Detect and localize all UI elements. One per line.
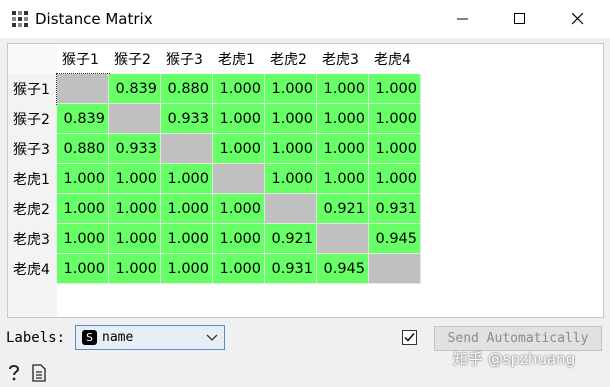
distance-cell[interactable]: 1.000 (265, 104, 317, 134)
distance-cell[interactable]: 1.000 (213, 104, 265, 134)
distance-cell[interactable]: 1.000 (213, 134, 265, 164)
diagonal-cell[interactable] (213, 164, 265, 194)
distance-cell[interactable]: 0.839 (57, 104, 109, 134)
column-header[interactable]: 老虎3 (322, 44, 359, 74)
maximize-icon (514, 13, 525, 24)
minimize-icon (457, 18, 468, 20)
distance-cell[interactable]: 1.000 (213, 194, 265, 224)
send-automatically-checkbox[interactable] (402, 330, 417, 345)
row-header[interactable]: 老虎1 (13, 164, 50, 194)
table-corner (8, 44, 57, 74)
distance-cell[interactable]: 1.000 (265, 74, 317, 104)
close-button[interactable] (555, 0, 601, 38)
diagonal-cell[interactable] (56, 73, 110, 105)
row-header[interactable]: 猴子1 (13, 74, 50, 104)
distance-cell[interactable]: 1.000 (57, 254, 109, 284)
distance-cell[interactable]: 1.000 (369, 164, 421, 194)
column-header[interactable]: 猴子1 (62, 44, 99, 74)
distance-cell[interactable]: 0.945 (369, 224, 421, 254)
report-icon[interactable] (31, 364, 47, 382)
distance-cell[interactable]: 0.880 (57, 134, 109, 164)
labels-combobox[interactable]: S name (75, 325, 225, 350)
distance-cell[interactable]: 1.000 (109, 194, 161, 224)
chevron-down-icon (206, 334, 218, 341)
distance-cell[interactable]: 1.000 (161, 254, 213, 284)
distance-cell[interactable]: 1.000 (161, 224, 213, 254)
distance-cell[interactable]: 1.000 (109, 254, 161, 284)
distance-cell[interactable]: 0.880 (161, 74, 213, 104)
row-header[interactable]: 猴子2 (13, 104, 50, 134)
distance-cell[interactable]: 0.931 (265, 254, 317, 284)
distance-cell[interactable]: 0.839 (109, 74, 161, 104)
maximize-button[interactable] (497, 0, 543, 38)
row-header[interactable]: 猴子3 (13, 134, 50, 164)
diagonal-cell[interactable] (369, 254, 421, 284)
distance-cell[interactable]: 1.000 (265, 134, 317, 164)
distance-cell[interactable]: 1.000 (213, 74, 265, 104)
column-header[interactable]: 老虎1 (218, 44, 255, 74)
distance-cell[interactable]: 1.000 (317, 134, 369, 164)
watermark-text: 知乎 @spzhuang (453, 350, 576, 368)
distance-cell[interactable]: 1.000 (57, 194, 109, 224)
diagonal-cell[interactable] (265, 194, 317, 224)
labels-label: Labels: (6, 330, 66, 346)
labels-combobox-value: name (102, 330, 134, 345)
distance-cell[interactable]: 1.000 (213, 224, 265, 254)
distance-cell[interactable]: 1.000 (317, 164, 369, 194)
row-header[interactable]: 老虎4 (13, 254, 50, 284)
distance-cell[interactable]: 1.000 (109, 224, 161, 254)
distance-cell[interactable]: 1.000 (57, 164, 109, 194)
close-icon (572, 13, 584, 25)
checkmark-icon (404, 333, 415, 342)
distance-cell[interactable]: 1.000 (161, 164, 213, 194)
distance-cell[interactable]: 0.945 (317, 254, 369, 284)
row-header[interactable]: 老虎2 (13, 194, 50, 224)
distance-cell[interactable]: 1.000 (369, 104, 421, 134)
distance-cell[interactable]: 1.000 (161, 194, 213, 224)
distance-matrix-table[interactable]: 猴子1 猴子2 猴子3 老虎1 老虎2 老虎3 老虎4 猴子1 0.839 0.880 1.000 1… (7, 43, 604, 318)
app-icon (12, 11, 28, 27)
string-variable-icon: S (82, 330, 97, 345)
help-icon[interactable] (6, 364, 22, 382)
title-bar: Distance Matrix (0, 0, 610, 38)
distance-cell[interactable]: 1.000 (369, 134, 421, 164)
distance-cell[interactable]: 1.000 (317, 74, 369, 104)
diagonal-cell[interactable] (317, 224, 369, 254)
diagonal-cell[interactable] (161, 134, 213, 164)
row-header[interactable]: 老虎3 (13, 224, 50, 254)
distance-cell[interactable]: 1.000 (109, 164, 161, 194)
column-header[interactable]: 老虎2 (270, 44, 307, 74)
column-header[interactable]: 猴子3 (166, 44, 203, 74)
distance-cell[interactable]: 1.000 (317, 104, 369, 134)
distance-cell[interactable]: 0.933 (161, 104, 213, 134)
column-header[interactable]: 老虎4 (374, 44, 411, 74)
distance-cell[interactable]: 0.921 (265, 224, 317, 254)
distance-cell[interactable]: 1.000 (213, 254, 265, 284)
window-title: Distance Matrix (35, 10, 153, 28)
distance-cell[interactable]: 1.000 (57, 224, 109, 254)
column-header[interactable]: 猴子2 (114, 44, 151, 74)
distance-cell[interactable]: 0.921 (317, 194, 369, 224)
minimize-button[interactable] (440, 0, 486, 38)
diagonal-cell[interactable] (109, 104, 161, 134)
distance-cell[interactable]: 1.000 (369, 74, 421, 104)
distance-cell[interactable]: 0.933 (109, 134, 161, 164)
distance-cell[interactable]: 0.931 (369, 194, 421, 224)
distance-cell[interactable]: 1.000 (265, 164, 317, 194)
